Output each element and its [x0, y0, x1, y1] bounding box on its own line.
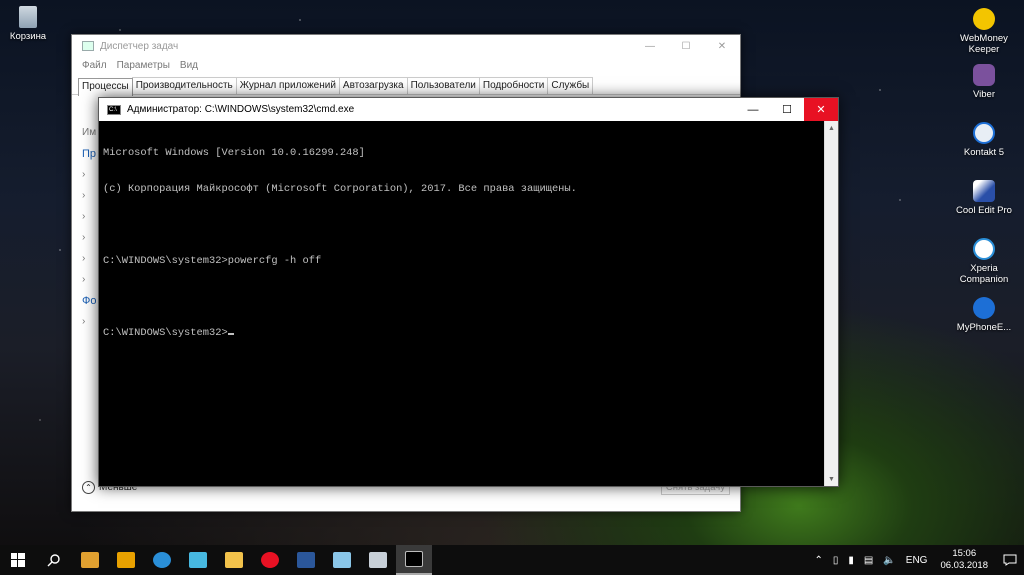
- task-manager-tabs: Процессы Производительность Журнал прило…: [72, 77, 740, 96]
- taskbar-refresh-app[interactable]: [144, 545, 180, 575]
- desktop-icon-myphoneexplorer[interactable]: MyPhoneE...: [947, 297, 1021, 333]
- vertical-scrollbar[interactable]: ▲ ▼: [824, 121, 838, 486]
- system-tray: ⌃ ▯ ▮ ▤ 🔈 ENG 15:06 06.03.2018: [809, 545, 1024, 575]
- taskbar-photo-app[interactable]: [180, 545, 216, 575]
- notepad-icon: [333, 552, 351, 568]
- desktop-icon-recycle-bin[interactable]: Корзина: [0, 6, 65, 42]
- chevron-up-icon: ⌃: [82, 481, 95, 494]
- desktop-icon-webmoney[interactable]: WebMoney Keeper: [947, 8, 1021, 55]
- clock-date: 06.03.2018: [940, 560, 988, 571]
- cmd-window[interactable]: C:\ Администратор: C:\WINDOWS\system32\c…: [98, 97, 839, 487]
- search-icon: [47, 554, 60, 567]
- task-manager-icon: [82, 41, 94, 51]
- console-prompt-line[interactable]: C:\WINDOWS\system32>: [103, 327, 822, 339]
- text-cursor: [227, 333, 234, 335]
- cmd-titlebar[interactable]: C:\ Администратор: C:\WINDOWS\system32\c…: [99, 98, 838, 121]
- tab-processes[interactable]: Процессы: [78, 78, 133, 96]
- language-indicator[interactable]: ENG: [901, 555, 933, 566]
- console-line: Microsoft Windows [Version 10.0.16299.24…: [103, 147, 365, 159]
- taskbar-file-explorer[interactable]: [216, 545, 252, 575]
- clock[interactable]: 15:06 06.03.2018: [932, 548, 996, 572]
- windows-logo-icon: [11, 553, 25, 567]
- taskbar-opera[interactable]: [252, 545, 288, 575]
- cmd-taskbar-icon: [405, 551, 423, 567]
- desktop-icon-kontakt[interactable]: Kontakt 5: [947, 122, 1021, 158]
- clock-time: 15:06: [952, 548, 977, 559]
- tablet-icon[interactable]: ▯: [828, 555, 844, 566]
- desktop-icon-viber[interactable]: Viber: [947, 64, 1021, 100]
- tab-users[interactable]: Пользователи: [406, 77, 480, 94]
- tab-details[interactable]: Подробности: [478, 77, 549, 94]
- minimize-button[interactable]: —: [632, 35, 668, 57]
- scroll-down-arrow-icon[interactable]: ▼: [825, 472, 838, 486]
- desktop-icon-label: Корзина: [9, 31, 47, 42]
- recycle-bin-icon: [19, 6, 37, 28]
- desktop-icon-xperia[interactable]: Xperia Companion: [947, 238, 1021, 285]
- menu-view[interactable]: Вид: [180, 60, 198, 71]
- desktop-icon-label: Cool Edit Pro: [956, 205, 1012, 216]
- taskbar-network-app[interactable]: [360, 545, 396, 575]
- taskbar-notepad[interactable]: [324, 545, 360, 575]
- desktop-icon-label: Kontakt 5: [963, 147, 1005, 158]
- menu-file[interactable]: Файл: [82, 60, 107, 71]
- winamp-icon: [117, 552, 135, 568]
- kontakt-icon: [973, 122, 995, 144]
- tab-performance[interactable]: Производительность: [131, 77, 237, 94]
- taskbar-cmd[interactable]: [396, 545, 432, 575]
- search-button[interactable]: [36, 545, 72, 575]
- chevron-up-icon[interactable]: ⌃: [809, 555, 827, 566]
- minimize-button[interactable]: —: [736, 98, 770, 121]
- desktop-icon-label: WebMoney Keeper: [960, 33, 1008, 55]
- opera-icon: [261, 552, 279, 568]
- taskbar-paint[interactable]: [72, 545, 108, 575]
- task-manager-menu: Файл Параметры Вид: [72, 57, 740, 73]
- cool-edit-icon: [973, 180, 995, 202]
- network-icon[interactable]: ▤: [859, 555, 878, 566]
- paint-icon: [81, 552, 99, 568]
- taskbar: ⌃ ▯ ▮ ▤ 🔈 ENG 15:06 06.03.2018: [0, 545, 1024, 575]
- cmd-icon: C:\: [107, 104, 121, 115]
- console-line: C:\WINDOWS\system32>powercfg -h off: [103, 255, 322, 267]
- console-line: (c) Корпорация Майкрософт (Microsoft Cor…: [103, 183, 577, 195]
- console-output[interactable]: Microsoft Windows [Version 10.0.16299.24…: [103, 123, 822, 484]
- notification-icon: [1003, 554, 1017, 566]
- tab-startup[interactable]: Автозагрузка: [338, 77, 408, 94]
- desktop-icon-cool-edit[interactable]: Cool Edit Pro: [947, 180, 1021, 216]
- console-prompt: C:\WINDOWS\system32>: [103, 327, 228, 339]
- cmd-title: Администратор: C:\WINDOWS\system32\cmd.e…: [127, 104, 355, 115]
- tab-app-history[interactable]: Журнал приложений: [235, 77, 340, 94]
- taskbar-word[interactable]: [288, 545, 324, 575]
- close-button[interactable]: ✕: [804, 98, 838, 121]
- myphoneexplorer-icon: [973, 297, 995, 319]
- menu-options[interactable]: Параметры: [117, 60, 170, 71]
- battery-icon[interactable]: ▮: [843, 555, 859, 566]
- desktop-icon-label: Viber: [972, 89, 995, 100]
- photo-app-icon: [189, 552, 207, 568]
- maximize-button[interactable]: ☐: [668, 35, 704, 57]
- desktop-icon-label: Xperia Companion: [959, 263, 1009, 285]
- close-button[interactable]: ✕: [704, 35, 740, 57]
- task-manager-title: Диспетчер задач: [100, 40, 179, 52]
- viber-icon: [973, 64, 995, 86]
- refresh-app-icon: [153, 552, 171, 568]
- network-app-icon: [369, 552, 387, 568]
- file-explorer-icon: [225, 552, 243, 568]
- action-center-button[interactable]: [996, 545, 1024, 575]
- webmoney-icon: [973, 8, 995, 30]
- desktop-icon-label: MyPhoneE...: [956, 322, 1012, 333]
- word-icon: [297, 552, 315, 568]
- maximize-button[interactable]: ☐: [770, 98, 804, 121]
- scroll-up-arrow-icon[interactable]: ▲: [825, 121, 838, 135]
- taskbar-winamp[interactable]: [108, 545, 144, 575]
- volume-icon[interactable]: 🔈: [878, 555, 900, 566]
- tab-services[interactable]: Службы: [547, 77, 594, 94]
- start-button[interactable]: [0, 545, 36, 575]
- xperia-icon: [973, 238, 995, 260]
